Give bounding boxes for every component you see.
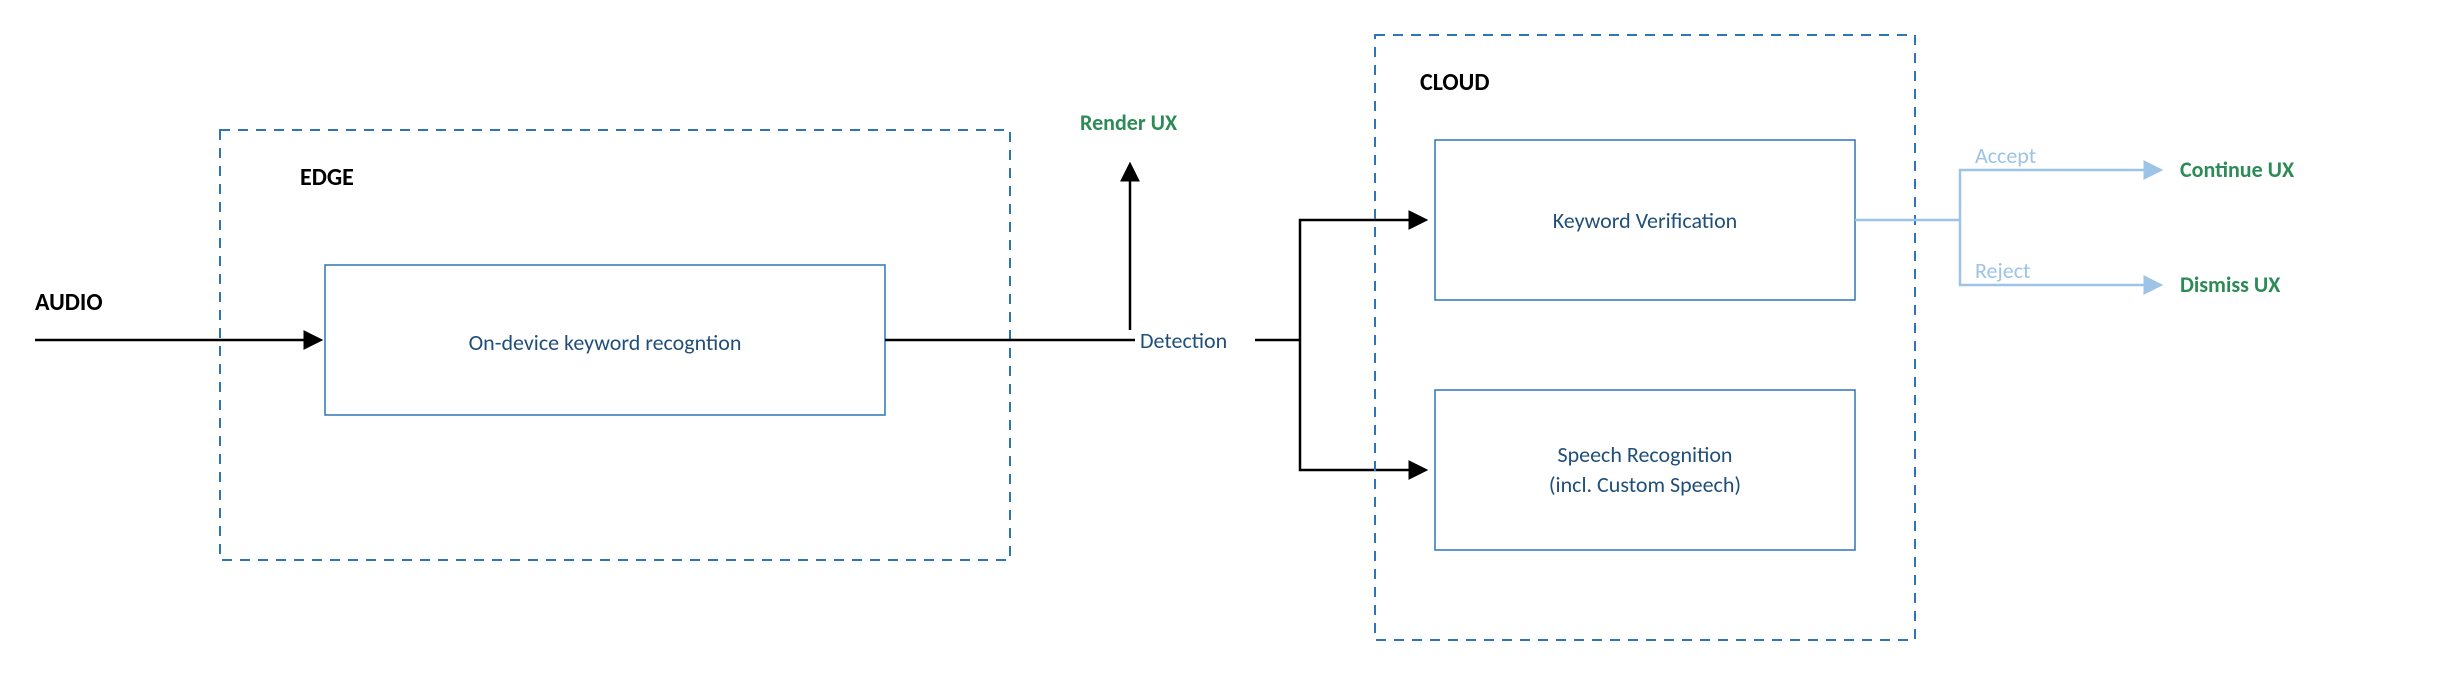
arrow-to-speech-recognition <box>1300 340 1425 470</box>
arrow-accept <box>1960 170 2160 220</box>
cloud-title: CLOUD <box>1420 68 1489 97</box>
speech-recognition-label-2: (incl. Custom Speech) <box>1549 471 1741 498</box>
continue-ux-label: Continue UX <box>2180 156 2295 183</box>
audio-label: AUDIO <box>35 288 103 317</box>
speech-recognition-label-1: Speech Recognition <box>1557 441 1732 468</box>
arrow-to-keyword-verification <box>1300 220 1425 340</box>
dismiss-ux-label: Dismiss UX <box>2180 271 2281 298</box>
on-device-label: On-device keyword recogntion <box>469 329 742 356</box>
accept-label: Accept <box>1975 142 2036 169</box>
diagram-canvas: AUDIO EDGE On-device keyword recogntion … <box>0 0 2442 698</box>
reject-label: Reject <box>1975 257 2030 284</box>
edge-title: EDGE <box>300 163 354 192</box>
render-ux-label: Render UX <box>1080 109 1178 136</box>
speech-recognition-box <box>1435 390 1855 550</box>
keyword-verification-label: Keyword Verification <box>1553 207 1737 234</box>
detection-label: Detection <box>1140 327 1227 354</box>
